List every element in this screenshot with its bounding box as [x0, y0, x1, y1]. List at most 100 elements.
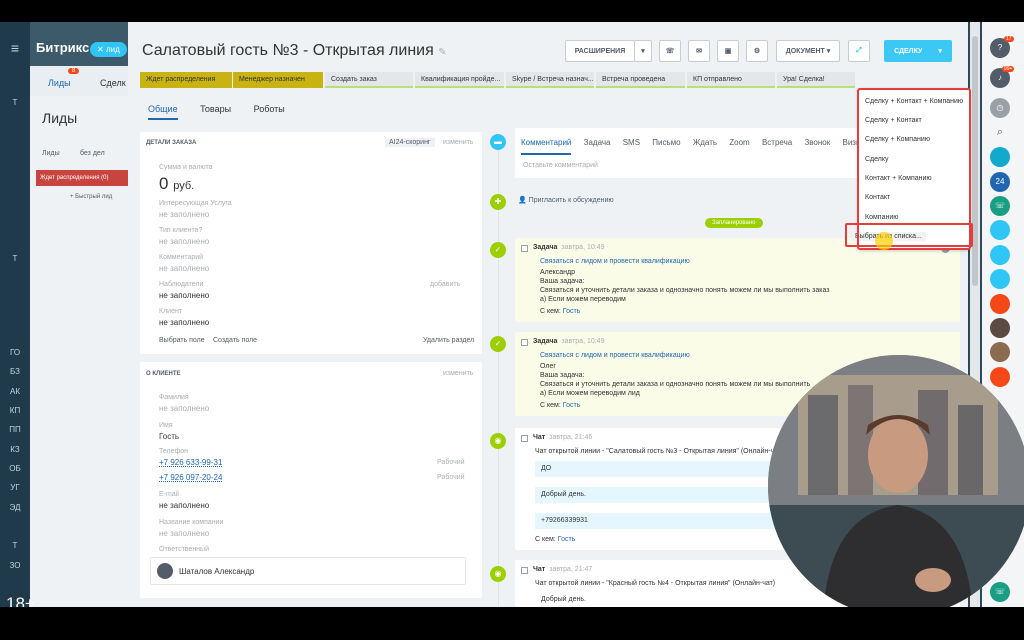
- filter-nodeal[interactable]: без дел: [80, 150, 105, 157]
- nav-item[interactable]: ПП: [0, 425, 30, 434]
- task-text: Связаться и уточнить детали заказа и одн…: [540, 287, 830, 294]
- tab-sms[interactable]: SMS: [623, 138, 640, 147]
- task-card: Задача завтра, 10:49 Связаться с лидом и …: [515, 238, 960, 322]
- responsible-name[interactable]: Шаталов Александр: [179, 567, 254, 576]
- stage[interactable]: Ура! Сделка!: [777, 72, 855, 88]
- chat-icon[interactable]: ▣: [717, 40, 739, 62]
- tab-comment[interactable]: Комментарий: [521, 138, 572, 155]
- tab-wait[interactable]: Ждать: [693, 138, 717, 147]
- stage[interactable]: КП отправлено: [687, 72, 775, 88]
- quick-lead-button[interactable]: + Быстрый лид: [70, 194, 112, 200]
- gear-icon[interactable]: ⚙: [746, 40, 768, 62]
- task-icon: ✓: [490, 242, 506, 258]
- stage[interactable]: Встреча проведена: [596, 72, 685, 88]
- create-field-link[interactable]: Создать поле: [213, 337, 257, 344]
- nav-item[interactable]: АК: [0, 387, 30, 396]
- nav-item[interactable]: КП: [0, 406, 30, 415]
- tab-meeting[interactable]: Встреча: [762, 138, 792, 147]
- avatar: [157, 563, 173, 579]
- phone-icon[interactable]: ☏: [990, 196, 1010, 216]
- choose-field-link[interactable]: Выбрать поле: [159, 337, 205, 344]
- stage[interactable]: Квалификация пройде...: [415, 72, 504, 88]
- mouse-cursor: [875, 232, 893, 250]
- tab-task[interactable]: Задача: [584, 138, 611, 147]
- chat-icon: ◉: [490, 566, 506, 582]
- tab-products[interactable]: Товары: [200, 104, 231, 114]
- chat-checkbox[interactable]: [521, 435, 528, 442]
- tab-robots[interactable]: Роботы: [254, 104, 285, 114]
- nav-item[interactable]: ЭД: [0, 503, 30, 512]
- user-avatar[interactable]: [990, 147, 1010, 167]
- field-value: не заполнено: [159, 529, 210, 538]
- task-text: а) Если можем переводим лид: [540, 390, 640, 397]
- stage[interactable]: Создать заказ: [325, 72, 413, 88]
- user-avatar[interactable]: [990, 318, 1010, 338]
- responsible-box[interactable]: Шаталов Александр: [150, 557, 466, 585]
- task-checkbox[interactable]: [521, 339, 528, 346]
- task-checkbox[interactable]: [521, 245, 528, 252]
- tab-zoom[interactable]: Zoom: [729, 138, 749, 147]
- nav-item[interactable]: Т: [0, 254, 30, 263]
- nav-item[interactable]: БЗ: [0, 367, 30, 376]
- edit-link[interactable]: изменить: [443, 139, 473, 146]
- nav-item[interactable]: КЗ: [0, 445, 30, 454]
- nav-item[interactable]: ОБ: [0, 464, 30, 473]
- phone-link[interactable]: +7 926 633-99-31: [159, 458, 222, 467]
- user-avatar[interactable]: [990, 220, 1010, 240]
- nav-item[interactable]: УГ: [0, 483, 30, 492]
- tab-email[interactable]: Письмо: [652, 138, 680, 147]
- tab-deals[interactable]: Сделк: [100, 78, 126, 88]
- comment-input[interactable]: Оставьте комментарий: [523, 162, 598, 169]
- chat-link[interactable]: Чат открытой линии - "Красный гость №4 -…: [535, 580, 775, 587]
- highlight-frame: [845, 223, 973, 247]
- chat-checkbox[interactable]: [521, 567, 528, 574]
- stage[interactable]: Менеджер назначен: [233, 72, 323, 88]
- expand-icon[interactable]: ⤢: [848, 40, 870, 62]
- tab-leads[interactable]: Лиды: [48, 78, 71, 88]
- edit-title-icon[interactable]: ✎: [438, 47, 446, 58]
- b24-icon[interactable]: 24: [990, 172, 1010, 192]
- tab-general[interactable]: Общие: [148, 104, 178, 120]
- planned-badge: Запланировано: [705, 218, 763, 228]
- user-avatar[interactable]: [990, 269, 1010, 289]
- user-avatar[interactable]: [990, 367, 1010, 387]
- phone-link[interactable]: +7 926 097-20-24: [159, 473, 222, 482]
- task-contact: С кем: Гость: [540, 308, 581, 315]
- mail-icon[interactable]: ✉: [688, 40, 710, 62]
- tab-call[interactable]: Звонок: [804, 138, 830, 147]
- chat-title: Чат завтра, 21:47: [533, 566, 593, 573]
- add-observer-link[interactable]: добавить: [430, 281, 460, 288]
- user-avatar[interactable]: [990, 245, 1010, 265]
- user-avatar[interactable]: [990, 294, 1010, 314]
- lid-tag[interactable]: ✕ лид: [90, 42, 127, 57]
- nav-item[interactable]: ГО: [0, 348, 30, 357]
- nav-item[interactable]: Т: [0, 98, 30, 107]
- phone-icon[interactable]: ☏: [990, 582, 1010, 602]
- phone-type: Рабочий: [437, 459, 465, 466]
- chat-link[interactable]: Чат открытой линии - "Салатовый гость №3…: [535, 448, 774, 455]
- nav-item[interactable]: ЗО: [0, 561, 30, 570]
- filter-leads[interactable]: Лиды: [42, 150, 60, 157]
- menu-icon[interactable]: ≡: [0, 40, 30, 56]
- task-link[interactable]: Связаться с лидом и провести квалификаци…: [540, 258, 690, 265]
- edit-link[interactable]: изменить: [443, 370, 473, 377]
- create-deal-button[interactable]: СДЕЛКУ ▾: [884, 40, 952, 62]
- field-label: Телефон: [159, 448, 189, 455]
- stage[interactable]: Skype / Встреча назнач...: [506, 72, 594, 88]
- clock-icon[interactable]: ◷: [990, 98, 1010, 118]
- task-link[interactable]: Связаться с лидом и провести квалификаци…: [540, 352, 690, 359]
- search-icon[interactable]: ⌕: [990, 122, 1010, 142]
- chevron-down-icon[interactable]: ▾: [938, 47, 942, 55]
- invite-button[interactable]: 👤 Пригласить к обсуждению: [518, 196, 614, 204]
- delete-section-link[interactable]: Удалить раздел: [423, 337, 474, 344]
- scoring-badge[interactable]: AI24-скоринг: [385, 138, 435, 147]
- extensions-button[interactable]: РАСШИРЕНИЯ: [565, 40, 635, 62]
- extensions-dropdown[interactable]: ▾: [634, 40, 652, 62]
- stage[interactable]: Ждет распределения: [140, 72, 232, 88]
- left-nav: ≡ Т Т ГО БЗ АК КП ПП КЗ ОБ УГ ЭД Т ЗО: [0, 22, 30, 607]
- nav-item[interactable]: Т: [0, 541, 30, 550]
- document-button[interactable]: ДОКУМЕНТ ▾: [776, 40, 840, 62]
- task-text: Александр: [540, 269, 576, 276]
- phone-icon[interactable]: ☏: [659, 40, 681, 62]
- user-avatar[interactable]: [990, 342, 1010, 362]
